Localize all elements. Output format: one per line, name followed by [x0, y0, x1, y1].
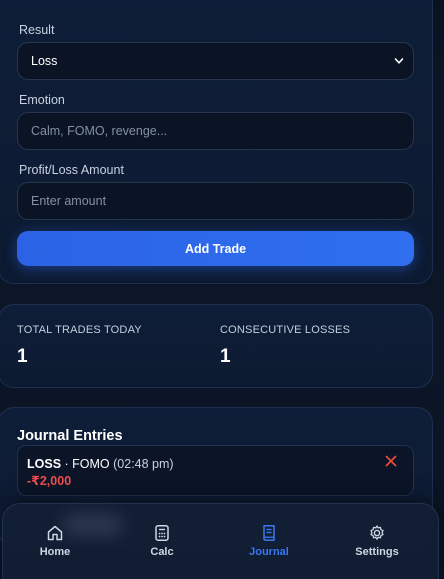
consecutive-losses-value: 1: [220, 346, 231, 367]
stats-card: [0, 304, 433, 388]
entry-separator: ·: [61, 457, 73, 471]
journal-icon: [263, 525, 275, 541]
nav-item-settings[interactable]: Settings: [337, 524, 417, 564]
result-label: Result: [19, 23, 55, 37]
entry-result: LOSS: [27, 457, 62, 471]
nav-label-calc: Calc: [150, 546, 174, 558]
entry-summary: LOSS · FOMO (02:48 pm): [27, 457, 174, 471]
gear-icon: [370, 525, 384, 540]
emotion-label: Emotion: [19, 93, 65, 107]
home-icon: [47, 525, 63, 541]
entry-emotion: FOMO: [72, 457, 110, 471]
nav-item-journal[interactable]: Journal: [229, 524, 309, 564]
amount-label: Profit/Loss Amount: [19, 163, 124, 177]
emotion-input[interactable]: Calm, FOMO, revenge...: [17, 112, 414, 150]
journal-title: Journal Entries: [17, 428, 123, 444]
entry-time: (02:48 pm): [113, 457, 174, 471]
calculator-icon: [155, 525, 169, 541]
consecutive-losses-label: CONSECUTIVE LOSSES: [220, 324, 351, 336]
journal-entry: LOSS · FOMO (02:48 pm) -₹2,000: [17, 445, 414, 496]
nav-label-settings: Settings: [355, 546, 399, 558]
nav-label-home: Home: [39, 546, 71, 558]
delete-entry-icon[interactable]: [384, 454, 398, 468]
nav-label-journal: Journal: [249, 546, 289, 558]
total-trades-label: TOTAL TRADES TODAY: [17, 324, 142, 336]
nav-item-calc[interactable]: Calc: [122, 524, 202, 564]
amount-input[interactable]: Enter amount: [17, 182, 414, 220]
bottom-navigation: Home Calc Journal Settings: [2, 503, 439, 579]
entry-amount: -₹2,000: [27, 474, 72, 488]
nav-item-home[interactable]: Home: [15, 524, 95, 564]
chevron-down-icon: [394, 58, 404, 64]
result-select-value: Loss: [31, 54, 58, 68]
result-select[interactable]: Loss: [17, 42, 414, 80]
app-screen: Result Loss Emotion Calm, FOMO, revenge.…: [0, 0, 444, 579]
emotion-placeholder: Calm, FOMO, revenge...: [31, 124, 168, 138]
amount-placeholder: Enter amount: [31, 194, 107, 208]
add-trade-button[interactable]: Add Trade: [17, 231, 414, 266]
total-trades-value: 1: [17, 346, 28, 367]
